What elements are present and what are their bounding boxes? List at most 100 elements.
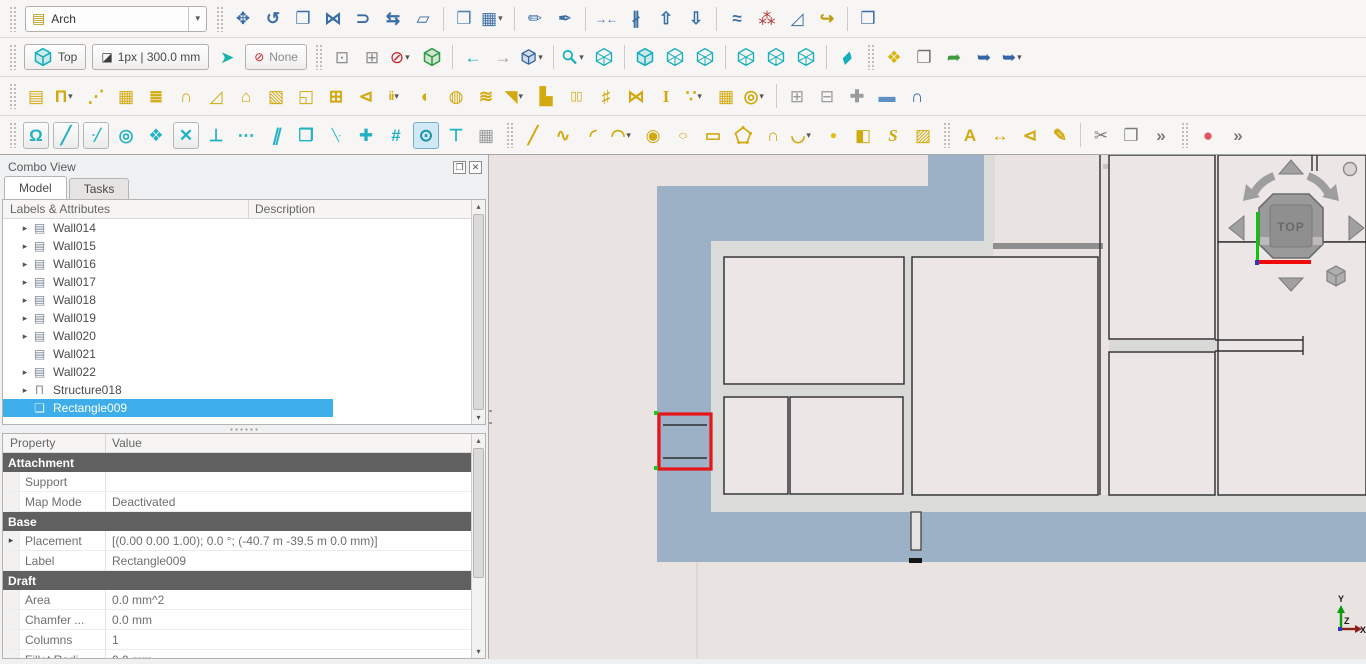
rebar-icon[interactable]: ⋰ [83, 83, 109, 110]
tree-item-wall017[interactable]: ▸▤Wall017 [3, 273, 471, 291]
property-row-chamfer-[interactable]: Chamfer ...0.0 mm [3, 610, 471, 630]
clipping-plane-icon[interactable]: ⊘▾ [389, 44, 415, 71]
property-row-fillet-radi-[interactable]: Fillet Radi...0.0 mm [3, 650, 471, 659]
snap-grid-icon[interactable]: # [383, 122, 409, 149]
axis-icon[interactable]: ◐ [413, 83, 439, 110]
pipe-multi-icon-dropdown[interactable]: ▾ [697, 92, 706, 101]
expand-arrow-icon[interactable]: ▸ [19, 331, 31, 342]
add-point-icon[interactable]: ⁂ [754, 5, 780, 32]
tab-tasks[interactable]: Tasks [69, 178, 130, 199]
ellipse-icon[interactable]: ○ [670, 122, 696, 149]
tree-item-wall019[interactable]: ▸▤Wall019 [3, 309, 471, 327]
building-icon[interactable]: ⌂ [233, 83, 259, 110]
external-reference-icon[interactable]: ◱ [293, 83, 319, 110]
bezier-icon-dropdown[interactable]: ▾ [806, 131, 815, 140]
tree-column-labels[interactable]: Labels & Attributes [3, 200, 249, 218]
3d-viewport[interactable]: TOP Y X Z [489, 155, 1366, 659]
arc-icon[interactable]: ◠▾ [610, 122, 636, 149]
property-scrollbar[interactable]: ▴ ▾ [471, 434, 485, 658]
close-panel-icon[interactable]: ✕ [469, 161, 482, 174]
right-view-icon[interactable] [692, 44, 718, 71]
linked-object-icon[interactable]: ▾ [520, 44, 546, 71]
scroll-down-icon[interactable]: ▾ [472, 645, 485, 658]
line-style-button[interactable]: ◪1px | 300.0 mm [92, 44, 209, 70]
snap-ortho-icon[interactable]: ✚ [353, 122, 379, 149]
scrollbar-thumb[interactable] [473, 448, 484, 578]
curtain-wall-icon[interactable]: ▦ [113, 83, 139, 110]
stairs-icon[interactable]: ≋ [473, 83, 499, 110]
join-icon[interactable]: →← [593, 5, 619, 32]
polyline-icon[interactable]: ∿ [550, 122, 576, 149]
grid-toggle-icon[interactable]: ▦ [473, 122, 499, 149]
layers-icon[interactable]: ❒ [855, 5, 881, 32]
expand-arrow-icon[interactable]: ▸ [19, 385, 31, 396]
slope-icon[interactable]: ◿ [784, 5, 810, 32]
nav-forward-icon[interactable]: → [490, 44, 516, 71]
toolbar-grip[interactable] [943, 122, 950, 148]
annotation-styles-icon[interactable]: ✎ [1047, 122, 1073, 149]
toolbar-grip[interactable] [216, 6, 223, 32]
scroll-up-icon[interactable]: ▴ [472, 200, 485, 213]
fence-icon[interactable]: ♯ [593, 83, 619, 110]
bspline-icon[interactable]: ∩ [760, 122, 786, 149]
property-column-header[interactable]: Property [3, 434, 106, 452]
property-value[interactable]: Deactivated [106, 492, 471, 511]
property-value[interactable]: Rectangle009 [106, 551, 471, 570]
box-selection-icon[interactable]: ⊡ [329, 44, 355, 71]
front-view-icon[interactable] [632, 44, 658, 71]
rotate-icon[interactable]: ↺ [260, 5, 286, 32]
expand-arrow-icon[interactable]: ▸ [19, 313, 31, 324]
tree-item-wall018[interactable]: ▸▤Wall018 [3, 291, 471, 309]
new-document-icon[interactable]: ❐ [911, 44, 937, 71]
pipe-multi-icon[interactable]: ∵▾ [683, 83, 709, 110]
tree-item-wall021[interactable]: ▤Wall021 [3, 345, 471, 363]
subelement-edit-icon[interactable]: ✒ [552, 5, 578, 32]
linked-object-icon-dropdown[interactable]: ▾ [538, 53, 546, 62]
array-icon[interactable]: ▦▾ [481, 5, 507, 32]
mirror-icon[interactable]: ⋈ [320, 5, 346, 32]
tab-model[interactable]: Model [4, 176, 67, 199]
frame-icon[interactable]: ▯▯ [563, 83, 589, 110]
snap-dimensions-icon[interactable]: ⊤ [443, 122, 469, 149]
property-row-label[interactable]: LabelRectangle009 [3, 551, 471, 571]
panel-splitter[interactable] [0, 426, 488, 433]
property-row-placement[interactable]: ▸Placement[(0.00 0.00 1.00); 0.0 °; (-40… [3, 531, 471, 551]
macro-record-icon[interactable]: ● [1195, 122, 1221, 149]
offset-icon[interactable]: ⊃ [350, 5, 376, 32]
snap-intersection-icon[interactable]: ✕ [173, 122, 199, 149]
tree-item-wall022[interactable]: ▸▤Wall022 [3, 363, 471, 381]
heads-up-pointer-icon[interactable]: ➤ [214, 44, 240, 71]
label-icon[interactable]: ⊲ [1017, 122, 1043, 149]
toolbar-grip[interactable] [9, 6, 16, 32]
toolbar-grip[interactable] [9, 83, 16, 109]
fit-all-icon[interactable] [591, 44, 617, 71]
expand-arrow-icon[interactable]: ▸ [19, 223, 31, 234]
cut-plane-icon[interactable]: ⊞ [784, 83, 810, 110]
survey-icon[interactable]: ∩ [904, 83, 930, 110]
tree-item-wall014[interactable]: ▸▤Wall014 [3, 219, 471, 237]
tree-item-structure018[interactable]: ▸ΠStructure018 [3, 381, 471, 399]
float-panel-icon[interactable]: ❐ [453, 161, 466, 174]
truss-icon[interactable]: ⋈ [623, 83, 649, 110]
snap-working-plane-icon[interactable]: ❒ [293, 122, 319, 149]
trimex-icon[interactable]: ⇆ [380, 5, 406, 32]
property-row-map-mode[interactable]: Map ModeDeactivated [3, 492, 471, 512]
overflow-expand-icon[interactable]: » [1148, 122, 1174, 149]
zoom-icon-dropdown[interactable]: ▾ [579, 53, 587, 62]
bottom-view-icon[interactable] [763, 44, 789, 71]
draft-edit-icon[interactable]: ✏ [522, 5, 548, 32]
link-actions-icon-dropdown[interactable]: ▾ [1017, 53, 1026, 62]
tree-scrollbar[interactable]: ▴ ▾ [471, 200, 485, 424]
workbench-selector[interactable]: ▤ Arch ▾ [25, 6, 207, 32]
pins-icon[interactable]: ii▾ [383, 83, 409, 110]
equipment-icon[interactable]: ▙ [533, 83, 559, 110]
scrollbar-thumb[interactable] [473, 214, 484, 410]
snap-extension-icon[interactable]: ⋯ [233, 122, 259, 149]
property-row-support[interactable]: Support [3, 472, 471, 492]
property-value[interactable]: 0.0 mm [106, 610, 471, 629]
schedule-icon[interactable]: ▦ [713, 83, 739, 110]
toolbar-grip[interactable] [867, 44, 874, 70]
expand-arrow-icon[interactable]: ▸ [19, 295, 31, 306]
make-link-icon[interactable]: ➥ [971, 44, 997, 71]
box-element-selection-icon[interactable]: ⊞ [359, 44, 385, 71]
